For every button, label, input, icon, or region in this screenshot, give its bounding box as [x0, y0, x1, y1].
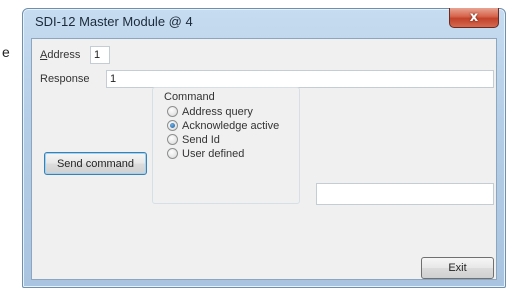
- send-command-button[interactable]: Send command: [44, 152, 147, 175]
- radio-label: Address query: [182, 105, 253, 118]
- title-bar[interactable]: SDI-12 Master Module @ 4 x: [23, 8, 505, 37]
- radio-address-query[interactable]: Address query: [167, 105, 253, 118]
- radio-icon[interactable]: [167, 106, 178, 117]
- address-label: Address: [40, 49, 80, 61]
- radio-acknowledge-active[interactable]: Acknowledge active: [167, 119, 279, 132]
- radio-icon[interactable]: [167, 120, 178, 131]
- response-label: Response: [40, 73, 90, 85]
- window-title: SDI-12 Master Module @ 4: [35, 14, 193, 29]
- background-text-fragment: e: [2, 44, 10, 60]
- dialog-window: SDI-12 Master Module @ 4 x Address 1 Res…: [22, 8, 506, 288]
- address-field[interactable]: 1: [90, 46, 110, 64]
- radio-label: User defined: [182, 147, 245, 160]
- address-label-text: ddress: [47, 49, 81, 61]
- radio-label: Send Id: [182, 133, 220, 146]
- close-button[interactable]: x: [449, 8, 499, 28]
- radio-icon[interactable]: [167, 148, 178, 159]
- radio-user-defined[interactable]: User defined: [167, 147, 244, 160]
- radio-label: Acknowledge active: [182, 119, 280, 132]
- close-icon: x: [469, 10, 479, 25]
- exit-button[interactable]: Exit: [421, 257, 494, 279]
- radio-icon[interactable]: [167, 134, 178, 145]
- command-group-title: Command: [164, 91, 215, 103]
- user-defined-field[interactable]: [316, 183, 494, 205]
- response-field[interactable]: 1: [106, 70, 494, 88]
- radio-send-id[interactable]: Send Id: [167, 133, 220, 146]
- dialog-client-area: Address 1 Response 1 Send command Comman…: [31, 38, 497, 280]
